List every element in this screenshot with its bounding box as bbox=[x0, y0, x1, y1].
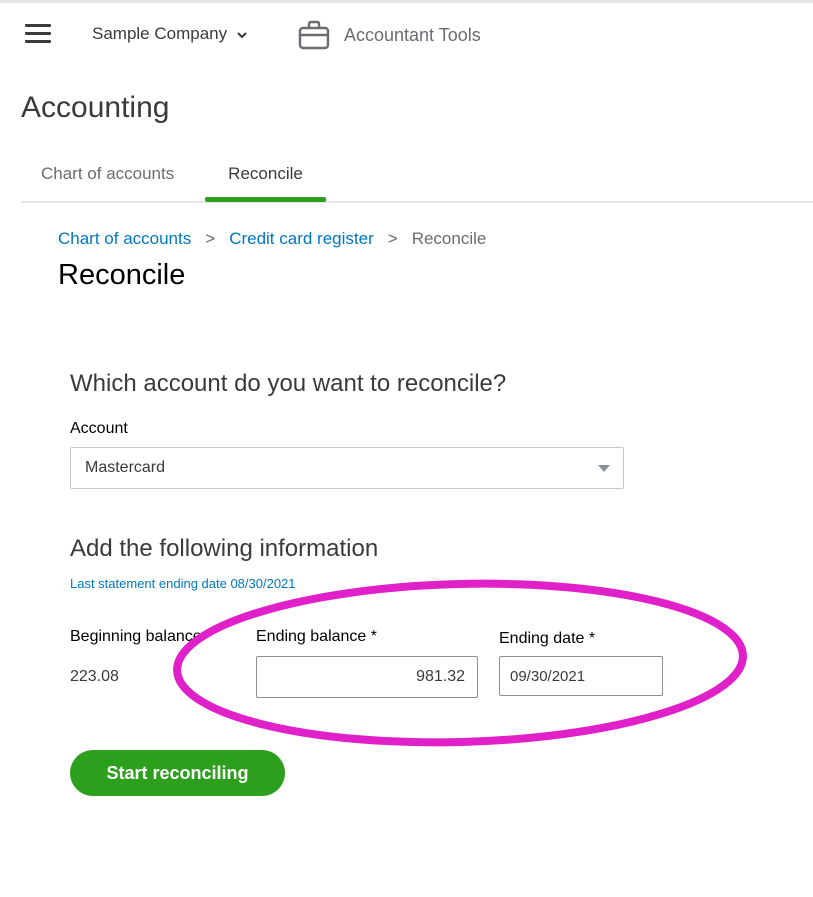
accountant-tools-button[interactable]: Accountant Tools bbox=[298, 20, 481, 50]
hamburger-menu-icon[interactable] bbox=[25, 24, 51, 44]
page-title: Accounting bbox=[21, 91, 170, 124]
briefcase-icon bbox=[298, 20, 330, 50]
tab-bar: Chart of accounts Reconcile bbox=[21, 150, 813, 203]
start-reconciling-button[interactable]: Start reconciling bbox=[70, 750, 285, 796]
account-question: Which account do you want to reconcile? bbox=[70, 370, 507, 397]
tab-reconcile[interactable]: Reconcile bbox=[205, 164, 326, 184]
breadcrumb-credit-card-register[interactable]: Credit card register bbox=[229, 229, 374, 249]
ending-date-label: Ending date * bbox=[499, 630, 596, 647]
breadcrumb: Chart of accounts > Credit card register… bbox=[58, 229, 486, 249]
beginning-balance-value: 223.08 bbox=[70, 668, 119, 685]
ending-date-input[interactable] bbox=[499, 656, 663, 696]
account-select[interactable]: Mastercard bbox=[70, 447, 624, 489]
account-select-value: Mastercard bbox=[85, 459, 166, 476]
ending-balance-label: Ending balance * bbox=[256, 628, 377, 645]
dropdown-caret-icon bbox=[598, 465, 610, 472]
breadcrumb-chart-of-accounts[interactable]: Chart of accounts bbox=[58, 229, 191, 249]
account-label: Account bbox=[70, 420, 128, 437]
breadcrumb-separator: > bbox=[205, 229, 216, 248]
company-name: Sample Company bbox=[92, 24, 228, 43]
beginning-balance-label: Beginning balance bbox=[70, 628, 202, 645]
top-border bbox=[0, 0, 813, 3]
breadcrumb-current: Reconcile bbox=[411, 229, 487, 248]
tab-chart-of-accounts[interactable]: Chart of accounts bbox=[41, 164, 174, 184]
company-switcher[interactable]: Sample Company bbox=[92, 24, 247, 44]
accountant-tools-label: Accountant Tools bbox=[344, 24, 481, 45]
ending-balance-input[interactable] bbox=[256, 656, 478, 698]
breadcrumb-separator: > bbox=[387, 229, 398, 248]
chevron-down-icon bbox=[237, 31, 247, 38]
last-statement-link[interactable]: Last statement ending date 08/30/2021 bbox=[70, 576, 296, 591]
info-heading: Add the following information bbox=[70, 535, 379, 562]
reconcile-title: Reconcile bbox=[58, 259, 186, 291]
active-tab-indicator bbox=[205, 197, 326, 202]
